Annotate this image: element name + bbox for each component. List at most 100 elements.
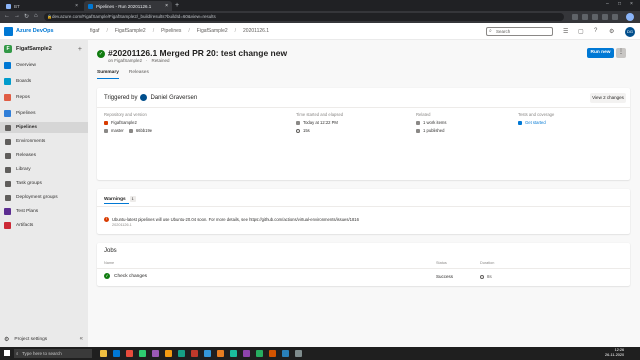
warnings-title: Warnings xyxy=(104,196,126,202)
home-icon[interactable]: ⌂ xyxy=(34,13,38,19)
close-icon[interactable]: × xyxy=(165,3,168,9)
sidebar-item-overview[interactable]: Overview xyxy=(0,60,88,71)
taskbar-app-icon[interactable] xyxy=(269,350,276,357)
sidebar-subitem-releases[interactable]: Releases xyxy=(0,150,88,161)
taskbar-app-icon[interactable] xyxy=(139,350,146,357)
view-changes-button[interactable]: View 2 changes xyxy=(590,93,626,103)
collapse-sidebar-icon[interactable]: « xyxy=(80,336,83,342)
product-name[interactable]: Azure DevOps xyxy=(16,28,54,34)
back-icon[interactable]: ← xyxy=(4,13,10,19)
sidebar-subitem-pipelines[interactable]: Pipelines xyxy=(0,122,88,133)
clock[interactable]: 12:26 26-11-2020 xyxy=(605,348,624,358)
sidebar-subitem-task-groups[interactable]: Task groups xyxy=(0,178,88,189)
windows-start-icon[interactable] xyxy=(4,350,10,356)
minimize-icon[interactable]: – xyxy=(606,1,609,7)
taskbar-app-icon[interactable] xyxy=(165,350,172,357)
published-row[interactable]: 1 published xyxy=(416,128,447,133)
taskbar-app-icon[interactable] xyxy=(191,350,198,357)
user-avatar[interactable]: DG xyxy=(625,27,635,37)
azure-devops-logo-icon[interactable] xyxy=(4,27,13,36)
extension-icon[interactable] xyxy=(612,14,618,20)
commit-hash[interactable]: 66bb19e xyxy=(136,128,152,133)
taskbar-search-input[interactable]: ⌕ Type here to search xyxy=(14,349,92,358)
profile-avatar[interactable] xyxy=(626,13,634,21)
work-items-row[interactable]: 1 work items xyxy=(416,120,447,125)
close-window-icon[interactable]: × xyxy=(630,1,633,7)
library-icon xyxy=(5,166,11,173)
taskbar-app-icon[interactable] xyxy=(230,350,237,357)
sidebar-item-boards[interactable]: Boards xyxy=(0,76,88,87)
taskbar-app-icon[interactable] xyxy=(295,350,302,357)
breadcrumb-item[interactable]: Pipelines xyxy=(161,28,181,34)
triggered-by-user[interactable]: Daniel Graversen xyxy=(150,95,197,101)
taskbar-app-icon[interactable] xyxy=(152,350,159,357)
warning-message[interactable]: Ubuntu-latest pipelines will use Ubuntu-… xyxy=(112,217,359,222)
environments-icon xyxy=(5,138,11,145)
tab-summary[interactable]: Summary xyxy=(97,70,119,79)
taskbar-app-icon[interactable] xyxy=(100,350,107,357)
job-status: Success xyxy=(436,274,454,279)
tests-column: Tests and coverage Get started xyxy=(518,112,554,128)
taskbar-app-icon[interactable] xyxy=(113,350,120,357)
sidebar-item-pipelines[interactable]: Pipelines xyxy=(0,108,88,119)
taskbar-app-icon[interactable] xyxy=(217,350,224,357)
sidebar-subitem-environments[interactable]: Environments xyxy=(0,136,88,147)
sidebar-subitem-library[interactable]: Library xyxy=(0,164,88,175)
extension-icon[interactable] xyxy=(602,14,608,20)
new-tab-icon[interactable]: + xyxy=(175,2,179,9)
close-icon[interactable]: × xyxy=(75,3,78,9)
sidebar-item-artifacts[interactable]: Artifacts xyxy=(0,220,88,231)
breadcrumb-item[interactable]: figaf xyxy=(90,28,99,34)
tab-releases[interactable]: Releases xyxy=(129,70,149,79)
extension-icon[interactable] xyxy=(572,14,578,20)
sidebar-item-label: Environments xyxy=(16,139,46,144)
forward-icon[interactable]: → xyxy=(14,13,20,19)
sidebar-item-label: Task groups xyxy=(16,181,42,186)
project-name: FigafSample2 xyxy=(16,46,52,52)
breadcrumb-item[interactable]: FigafSample2 xyxy=(115,28,146,34)
warnings-tab[interactable]: Warnings 1 xyxy=(104,196,136,202)
sidebar-subitem-deployment-groups[interactable]: Deployment groups xyxy=(0,192,88,203)
lock-icon: 🔒 xyxy=(47,14,52,19)
get-started-link[interactable]: Get started xyxy=(525,120,546,125)
address-bar[interactable]: 🔒 dev.azure.com/FigafSample/FigafSample2… xyxy=(44,13,564,21)
reload-icon[interactable]: ↻ xyxy=(24,13,29,20)
run-pipeline[interactable]: on FigafSample2 xyxy=(108,58,142,63)
taskbar-app-icon[interactable] xyxy=(256,350,263,357)
taskbar-app-icon[interactable] xyxy=(126,350,133,357)
main-content: ✓ #20201126.1 Merged PR 20: test change … xyxy=(88,40,640,347)
run-new-button[interactable]: Run new xyxy=(587,48,614,58)
taskbar-app-icon[interactable] xyxy=(282,350,289,357)
taskbar-app-icon[interactable] xyxy=(204,350,211,357)
browser-tab-active[interactable]: Pipelines - Run 20201126.1 × xyxy=(84,1,172,11)
sidebar-item-repos[interactable]: Repos xyxy=(0,92,88,103)
browser-tab[interactable]: BT × xyxy=(2,1,82,11)
branch-name[interactable]: master xyxy=(111,128,124,133)
column-heading: Time started and elapsed xyxy=(296,112,344,117)
tests-row[interactable]: Get started xyxy=(518,120,554,125)
more-actions-button[interactable]: ⋮ xyxy=(616,48,626,58)
sidebar-item-label: Artifacts xyxy=(16,223,34,228)
search-icon: ⌕ xyxy=(489,28,492,34)
list-icon[interactable]: ☰ xyxy=(563,28,568,35)
gear-icon: ⚙ xyxy=(4,336,10,343)
extension-icon[interactable] xyxy=(592,14,598,20)
project-selector[interactable]: F FigafSample2 + xyxy=(4,44,86,54)
project-settings-link[interactable]: ⚙ Project settings « xyxy=(0,333,88,345)
breadcrumb-item[interactable]: 20201126.1 xyxy=(243,28,269,34)
maximize-icon[interactable]: □ xyxy=(618,1,621,7)
user-settings-icon[interactable]: ⚙ xyxy=(609,28,614,35)
search-input[interactable]: ⌕ Search xyxy=(486,27,553,36)
taskbar-app-icon[interactable] xyxy=(178,350,185,357)
extension-icon[interactable] xyxy=(582,14,588,20)
taskbar-app-icon[interactable] xyxy=(243,350,250,357)
marketplace-icon[interactable]: ▢ xyxy=(578,28,584,35)
sidebar-item-test-plans[interactable]: Test Plans xyxy=(0,206,88,217)
table-row[interactable]: ✓ Check changes Success 8s xyxy=(97,270,630,282)
repo-row[interactable]: FigafSample2 xyxy=(104,120,152,125)
column-heading: Tests and coverage xyxy=(518,112,555,117)
breadcrumb-item[interactable]: FigafSample2 xyxy=(197,28,228,34)
help-icon[interactable]: ? xyxy=(594,28,597,34)
plus-icon[interactable]: + xyxy=(78,46,82,53)
repos-icon xyxy=(4,94,11,101)
